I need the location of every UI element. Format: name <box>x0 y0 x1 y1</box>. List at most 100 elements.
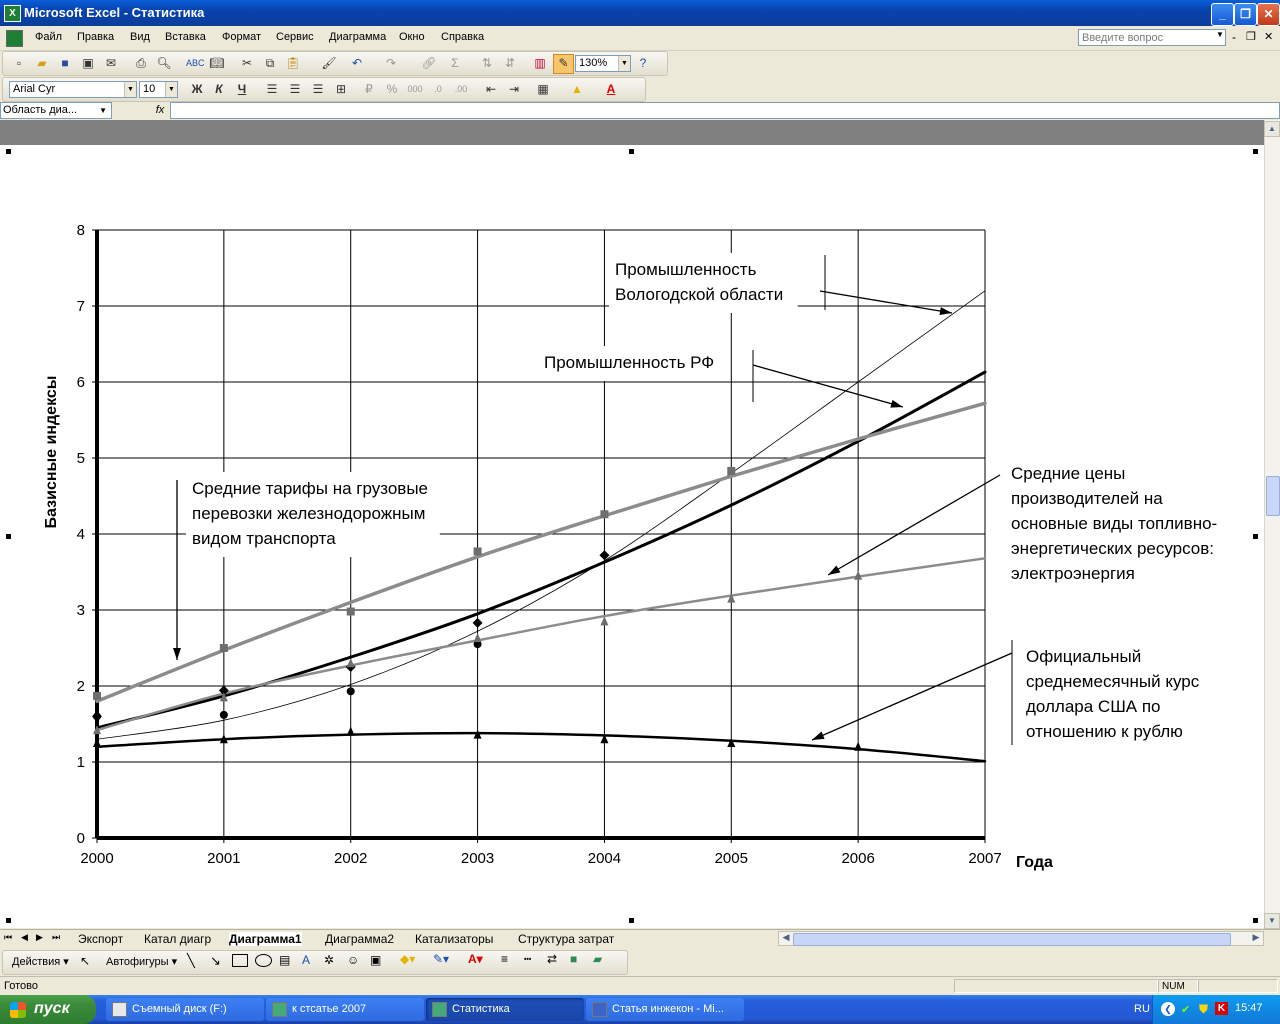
currency-icon[interactable]: ₽ <box>361 81 377 97</box>
first-sheet-icon[interactable]: ⏮ <box>4 932 12 943</box>
merge-center-icon[interactable]: ⊞ <box>333 81 349 97</box>
cut-icon[interactable]: ✂ <box>239 55 255 71</box>
prev-sheet-icon[interactable]: ◀ <box>21 932 28 943</box>
hyperlink-icon[interactable]: 🔗︎ <box>421 55 437 71</box>
excel-icon[interactable]: X <box>4 5 21 22</box>
font-name-select[interactable]: Arial Cyr ▼ <box>9 81 137 98</box>
taskbar-item[interactable]: к стсатье 2007 <box>266 998 424 1021</box>
scroll-left-arrow[interactable]: ◀ <box>779 932 793 945</box>
antivirus-icon[interactable]: K <box>1215 1002 1228 1015</box>
autosum-icon[interactable]: Σ <box>447 55 463 71</box>
menu-window[interactable]: Окно <box>399 31 425 43</box>
menu-chart[interactable]: Диаграмма <box>329 31 386 43</box>
font-color-draw-icon[interactable]: A▾ <box>468 952 483 966</box>
fill-color-draw-icon[interactable]: ◆▾ <box>400 952 415 966</box>
diagram-icon[interactable]: ✲ <box>324 953 334 967</box>
undo-icon[interactable]: ↶ <box>349 55 365 71</box>
fill-color-icon[interactable]: ▲ <box>569 81 585 97</box>
menu-tools[interactable]: Сервис <box>276 31 314 43</box>
format-painter-icon[interactable]: 🖌︎ <box>321 55 337 71</box>
zoom-select[interactable]: 130% ▼ <box>575 55 631 72</box>
restore-button[interactable]: ❐ <box>1234 3 1257 26</box>
sort-ascending-icon[interactable]: ⇅ <box>479 55 495 71</box>
formula-input[interactable] <box>170 102 1280 119</box>
arrow-icon[interactable]: ↘ <box>210 953 221 969</box>
email-icon[interactable]: ✉ <box>103 55 119 71</box>
underline-button[interactable]: Ч <box>234 81 250 97</box>
sheet-tab[interactable]: Экспорт <box>78 932 123 946</box>
taskbar-item-active[interactable]: Статистика <box>426 998 584 1021</box>
drawing-toggle-icon[interactable]: ✎ <box>553 54 574 74</box>
menu-help[interactable]: Справка <box>441 31 484 43</box>
decrease-decimal-icon[interactable]: .00 <box>453 81 469 97</box>
italic-button[interactable]: К <box>211 81 227 97</box>
language-indicator[interactable]: RU <box>1134 1003 1150 1015</box>
sheet-tab[interactable]: Катал диагр <box>144 932 211 946</box>
spelling-icon[interactable]: ABC <box>186 55 205 71</box>
menu-insert[interactable]: Вставка <box>165 31 206 43</box>
text-box-icon[interactable]: ▤ <box>279 953 290 967</box>
increase-decimal-icon[interactable]: .0 <box>430 81 446 97</box>
doc-restore-icon[interactable]: ❐ <box>1246 30 1256 43</box>
line-icon[interactable]: ╲ <box>187 953 195 969</box>
arrow-style-icon[interactable]: ⇄ <box>547 952 557 966</box>
sort-descending-icon[interactable]: ⇵ <box>502 55 518 71</box>
font-color-icon[interactable]: A <box>603 81 619 97</box>
research-icon[interactable]: 📖︎ <box>209 55 225 71</box>
print-icon[interactable]: ⎙ <box>133 55 149 71</box>
menu-edit[interactable]: Правка <box>77 31 114 43</box>
ask-dropdown-icon[interactable]: ▼ <box>1216 30 1224 39</box>
insert-function-button[interactable]: fx <box>150 102 170 119</box>
dash-style-icon[interactable]: ┅ <box>524 952 531 966</box>
comma-style-icon[interactable]: 000 <box>407 81 423 97</box>
wordart-icon[interactable]: A <box>302 953 310 967</box>
workbook-icon[interactable] <box>6 30 23 47</box>
ask-question-input[interactable]: Введите вопрос <box>1078 29 1226 46</box>
scroll-up-arrow[interactable]: ▲ <box>1264 121 1280 137</box>
menu-view[interactable]: Вид <box>130 31 150 43</box>
line-chart[interactable]: 0 1 2 3 4 5 6 7 8 2000 2001 2002 2003 2004 2005 2006 200… <box>0 145 1264 928</box>
sheet-tab[interactable]: Катализаторы <box>415 932 493 946</box>
taskbar-item[interactable]: Статья инжекон - Mi... <box>586 998 744 1021</box>
sheet-tab[interactable]: Диаграмма2 <box>325 932 394 946</box>
actions-menu[interactable]: Действия ▾ <box>12 955 69 968</box>
menu-file[interactable]: Файл <box>35 31 62 43</box>
align-left-icon[interactable]: ☰ <box>264 81 280 97</box>
help-icon[interactable]: ? <box>635 55 651 71</box>
paste-icon[interactable]: 📋︎ <box>285 55 301 71</box>
3d-style-icon[interactable]: ▰ <box>593 952 602 966</box>
doc-close-icon[interactable]: ✕ <box>1264 30 1273 43</box>
horizontal-scroll-thumb[interactable] <box>793 933 1231 946</box>
name-box[interactable]: Область диа... ▼ <box>0 102 112 119</box>
network-icon[interactable]: ✔ <box>1181 1003 1190 1016</box>
start-button[interactable]: пуск <box>0 995 96 1024</box>
bold-button[interactable]: Ж <box>189 81 205 97</box>
percent-icon[interactable]: % <box>384 81 400 97</box>
line-style-icon[interactable]: ≡ <box>501 952 508 966</box>
close-button[interactable]: ✕ <box>1257 3 1280 26</box>
copy-icon[interactable]: ⧉ <box>262 55 278 71</box>
save-icon[interactable]: ■ <box>57 55 73 71</box>
line-color-icon[interactable]: ✎▾ <box>433 952 449 966</box>
permission-icon[interactable]: ▣ <box>80 55 96 71</box>
align-right-icon[interactable]: ☰ <box>310 81 326 97</box>
open-icon[interactable]: ▰ <box>34 55 50 71</box>
increase-indent-icon[interactable]: ⇥ <box>506 81 522 97</box>
menu-format[interactable]: Формат <box>222 31 261 43</box>
decrease-indent-icon[interactable]: ⇤ <box>483 81 499 97</box>
select-objects-icon[interactable]: ↖ <box>80 954 90 968</box>
sheet-tab-active[interactable]: Диаграмма1 <box>229 932 302 946</box>
align-center-icon[interactable]: ☰ <box>287 81 303 97</box>
scroll-right-arrow[interactable]: ▶ <box>1249 932 1263 945</box>
chart-wizard-icon[interactable]: ▥ <box>532 55 548 71</box>
clip-art-icon[interactable]: ☺ <box>347 953 359 967</box>
minimize-button[interactable]: _ <box>1211 3 1234 26</box>
oval-icon[interactable] <box>255 954 272 967</box>
borders-icon[interactable]: ▦ <box>535 81 551 97</box>
rectangle-icon[interactable] <box>232 954 248 967</box>
new-icon[interactable]: ▫ <box>11 55 27 71</box>
print-preview-icon[interactable]: 🔍︎ <box>156 55 172 71</box>
doc-minimize-icon[interactable]: - <box>1232 30 1236 44</box>
vertical-scrollbar[interactable] <box>1264 120 1280 930</box>
vertical-scroll-thumb[interactable] <box>1266 476 1280 516</box>
